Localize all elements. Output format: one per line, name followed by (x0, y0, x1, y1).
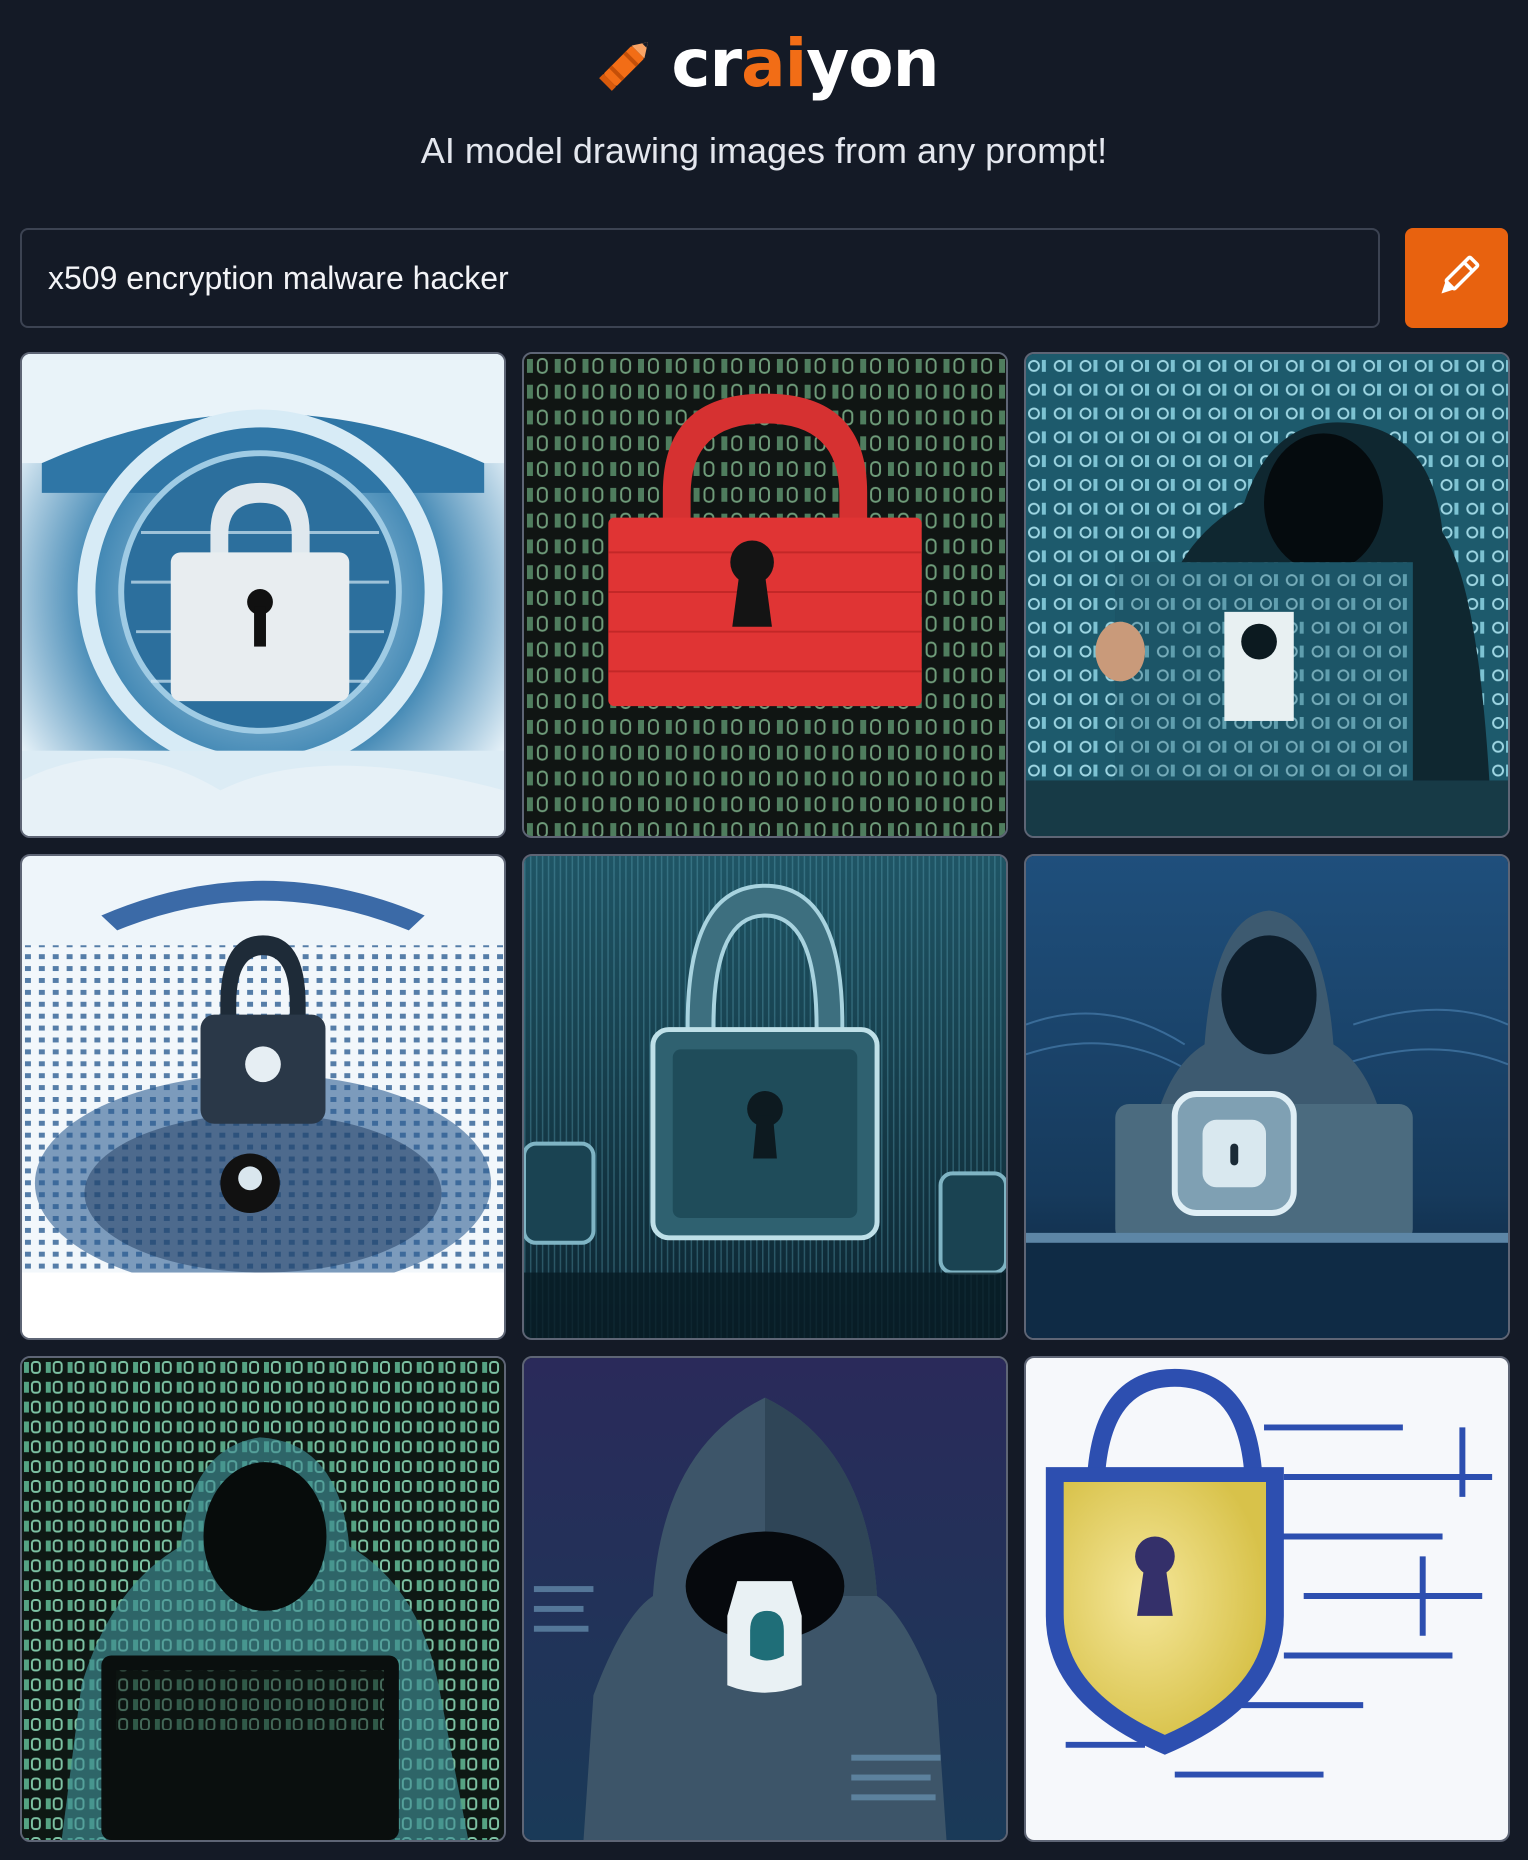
brand-logo[interactable]: craiyon (0, 22, 1528, 106)
pencil-icon (1440, 255, 1479, 294)
result-image[interactable] (1024, 1356, 1510, 1842)
brand-name-suffix: yon (806, 25, 939, 102)
brand-name: craiyon (671, 31, 939, 97)
result-image[interactable] (522, 854, 1008, 1340)
brand-name-prefix: cr (671, 25, 742, 102)
prompt-input[interactable]: x509 encryption malware hacker (20, 228, 1380, 328)
result-image[interactable] (522, 352, 1008, 838)
result-image[interactable] (20, 854, 506, 1340)
result-image[interactable] (1024, 352, 1510, 838)
draw-button[interactable] (1405, 228, 1508, 328)
crayon-icon (599, 42, 649, 91)
result-image[interactable] (522, 1356, 1008, 1842)
result-image[interactable] (20, 1356, 506, 1842)
brand-name-accent: ai (741, 25, 807, 102)
tagline: AI model drawing images from any prompt! (420, 130, 1108, 171)
result-image[interactable] (1024, 854, 1510, 1340)
result-image[interactable] (20, 352, 506, 838)
